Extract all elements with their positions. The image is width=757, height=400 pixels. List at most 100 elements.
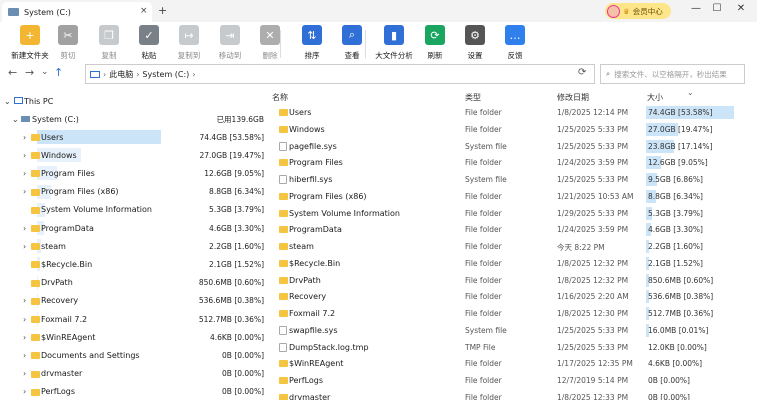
- tab-bar: System (C:) × + ♛ 会员中心 — ☐ ✕: [0, 0, 757, 22]
- file-type: File folder: [465, 258, 502, 268]
- list-item[interactable]: pagefile.sys System file 1/25/2025 5:33 PM…: [272, 138, 757, 155]
- tree-item-label: Documents and Settings: [41, 350, 140, 360]
- tree-drive-size: 已用139.6GB: [216, 114, 264, 124]
- tree-item[interactable]: › steam 2.2GB [1.60%]: [0, 237, 272, 255]
- search-input[interactable]: ⌕ 搜索文件、以空格隔开，秒出结果: [600, 64, 745, 84]
- list-item[interactable]: System Volume Information File folder 1/29…: [272, 205, 757, 222]
- minimize-button[interactable]: —: [686, 3, 706, 14]
- search-placeholder: 搜索文件、以空格隔开，秒出结果: [614, 69, 727, 79]
- tree-item-this-pc[interactable]: ⌄ This PC: [0, 92, 272, 110]
- tree-item-size: 27.0GB [19.47%]: [199, 150, 265, 160]
- chevron-right-icon[interactable]: ›: [23, 242, 26, 251]
- list-item[interactable]: Program Files File folder 1/24/2025 3:59 P…: [272, 154, 757, 171]
- list-item[interactable]: Recovery File folder 1/16/2025 2:20 AM 536.…: [272, 288, 757, 305]
- chevron-right-icon[interactable]: ›: [23, 151, 26, 160]
- list-item[interactable]: Windows File folder 1/25/2025 5:33 PM 27.0G…: [272, 121, 757, 138]
- back-arrow-icon[interactable]: ←: [8, 66, 17, 79]
- view-icon: ⌕: [342, 25, 362, 45]
- chevron-down-icon[interactable]: ⌄: [41, 67, 49, 77]
- tree-item-system-c[interactable]: ⌄ System (C:) 已用139.6GB: [0, 110, 272, 128]
- list-item[interactable]: drvmaster File folder 1/8/2025 12:33 PM 0B …: [272, 389, 757, 400]
- large-file-analysis-button[interactable]: ▮ 大文件分析: [371, 25, 417, 61]
- list-item[interactable]: $Recycle.Bin File folder 1/8/2025 12:32 PM…: [272, 255, 757, 272]
- list-item[interactable]: Foxmail 7.2 File folder 1/8/2025 12:30 PM 5…: [272, 305, 757, 322]
- folder-icon: [279, 293, 288, 301]
- feedback-button[interactable]: … 反馈: [492, 25, 538, 61]
- breadcrumb-this-pc[interactable]: 此电脑: [109, 69, 133, 80]
- tree-item[interactable]: › Windows 27.0GB [19.47%]: [0, 146, 272, 164]
- breadcrumb-system-c[interactable]: System (C:): [142, 70, 189, 79]
- chevron-right-icon[interactable]: ›: [23, 187, 26, 196]
- file-size: 12.0KB [0.00%]: [648, 342, 707, 352]
- tree-item[interactable]: › $WinREAgent 4.6KB [0.00%]: [0, 328, 272, 346]
- file-name: Windows: [289, 124, 325, 134]
- list-item[interactable]: DumpStack.log.tmp TMP File 1/25/2025 5:33 …: [272, 339, 757, 356]
- sort-desc-icon: ⌄: [687, 90, 694, 97]
- tree-item[interactable]: › Documents and Settings 0B [0.00%]: [0, 346, 272, 364]
- scissors-button[interactable]: ✂ 剪切: [45, 25, 91, 61]
- file-size: 8.8GB [6.34%]: [648, 191, 703, 201]
- tree-item[interactable]: DrvPath 850.6MB [0.60%]: [0, 274, 272, 292]
- chevron-down-icon[interactable]: ⌄: [4, 97, 11, 106]
- tree-item[interactable]: › Users 74.4GB [53.58%]: [0, 128, 272, 146]
- list-item[interactable]: Users File folder 1/8/2025 12:14 PM 74.4GB …: [272, 104, 757, 121]
- maximize-button[interactable]: ☐: [707, 3, 727, 14]
- file-size-cell: 4.6KB [0.00%]: [646, 357, 736, 370]
- tree-item[interactable]: › drvmaster 0B [0.00%]: [0, 365, 272, 383]
- tree-item[interactable]: System Volume Information 5.3GB [3.79%]: [0, 201, 272, 219]
- new-tab-button[interactable]: +: [158, 4, 167, 17]
- file-size-cell: 16.0MB [0.01%]: [646, 323, 736, 337]
- chevron-right-icon[interactable]: ›: [23, 351, 26, 360]
- chevron-right-icon[interactable]: ›: [23, 224, 26, 233]
- file-date: 1/25/2025 5:33 PM: [557, 141, 629, 151]
- tab-system-c[interactable]: System (C:) ×: [2, 2, 152, 22]
- tree-item[interactable]: › Recovery 536.6MB [0.38%]: [0, 292, 272, 310]
- tree-item[interactable]: › Program Files 12.6GB [9.05%]: [0, 164, 272, 182]
- list-item[interactable]: PerfLogs File folder 12/7/2019 5:14 PM 0B […: [272, 372, 757, 389]
- chevron-right-icon[interactable]: ›: [23, 133, 26, 142]
- chevron-down-icon[interactable]: ⌄: [12, 115, 19, 124]
- file-date: 1/17/2025 12:35 PM: [557, 359, 633, 369]
- tree-item[interactable]: › Program Files (x86) 8.8GB [6.34%]: [0, 183, 272, 201]
- tab-close-icon[interactable]: ×: [140, 6, 148, 16]
- chevron-right-icon[interactable]: ›: [23, 333, 26, 342]
- file-size: 512.7MB [0.36%]: [648, 309, 714, 318]
- tree-item-label: steam: [41, 241, 66, 251]
- file-size-cell: 536.6MB [0.38%]: [646, 290, 736, 304]
- tree-item[interactable]: $Recycle.Bin 2.1GB [1.52%]: [0, 255, 272, 273]
- view-button[interactable]: ⌕ 查看: [329, 25, 375, 61]
- up-arrow-icon[interactable]: ↑: [54, 66, 63, 79]
- chevron-right-icon[interactable]: ›: [23, 315, 26, 324]
- drive-icon: [21, 116, 30, 122]
- folder-icon: [31, 370, 40, 378]
- address-input[interactable]: › 此电脑 › System (C:) ›: [85, 64, 595, 84]
- tree-item[interactable]: › PerfLogs 0B [0.00%]: [0, 383, 272, 400]
- list-item[interactable]: Program Files (x86) File folder 1/21/2025 …: [272, 188, 757, 205]
- list-item[interactable]: swapfile.sys System file 1/25/2025 5:33 PM…: [272, 322, 757, 339]
- list-item[interactable]: ProgramData File folder 1/24/2025 3:59 PM 4…: [272, 221, 757, 238]
- chevron-right-icon[interactable]: ›: [23, 169, 26, 178]
- file-size: 4.6KB [0.00%]: [648, 359, 703, 369]
- close-button[interactable]: ✕: [731, 3, 751, 14]
- list-item[interactable]: DrvPath File folder 1/8/2025 12:32 PM 850.6…: [272, 272, 757, 289]
- chevron-right-icon[interactable]: ›: [23, 296, 26, 305]
- list-item[interactable]: hiberfil.sys System file 1/25/2025 5:33 PM…: [272, 171, 757, 188]
- tree-item[interactable]: › Foxmail 7.2 512.7MB [0.36%]: [0, 310, 272, 328]
- vip-center-button[interactable]: ♛ 会员中心: [605, 3, 671, 19]
- monitor-icon: [14, 97, 23, 104]
- file-type: System file: [465, 175, 507, 184]
- forward-arrow-icon[interactable]: →: [25, 66, 34, 79]
- folder-icon: [279, 393, 288, 400]
- tree-item-size: 0B [0.00%]: [222, 369, 264, 379]
- copy-to-button[interactable]: ↦ 复制到: [166, 25, 212, 61]
- list-item[interactable]: $WinREAgent File folder 1/17/2025 12:35 PM…: [272, 355, 757, 372]
- file-size: 0B [0.00%]: [648, 376, 690, 385]
- address-refresh-icon[interactable]: ⟳: [578, 67, 586, 78]
- tree-item[interactable]: › ProgramData 4.6GB [3.30%]: [0, 219, 272, 237]
- delete-button[interactable]: ✕ 删除: [247, 25, 293, 61]
- chevron-right-icon[interactable]: ›: [23, 387, 26, 396]
- file-date: 1/25/2025 5:33 PM: [557, 175, 629, 184]
- list-item[interactable]: steam File folder 今天 8:22 PM 2.2GB [1.60%]: [272, 238, 757, 255]
- chevron-right-icon[interactable]: ›: [23, 369, 26, 378]
- tree-item-label: $Recycle.Bin: [41, 259, 93, 269]
